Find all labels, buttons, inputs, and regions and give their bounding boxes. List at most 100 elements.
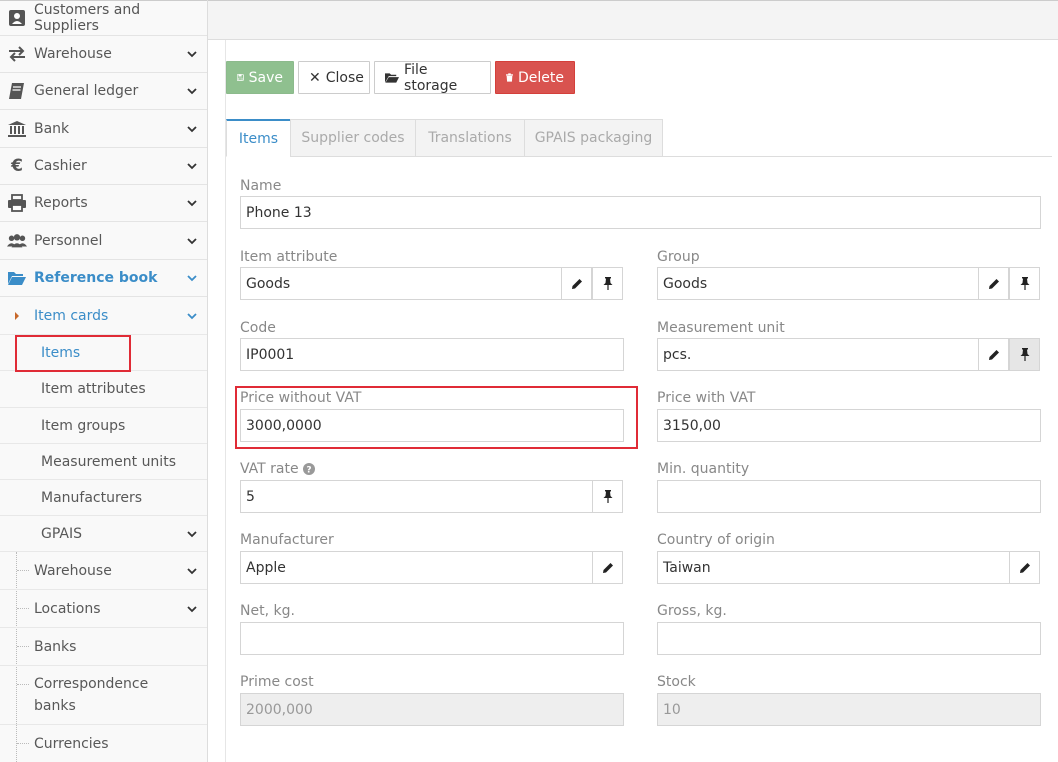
sidebar-item-label: Customers and Suppliers bbox=[34, 2, 141, 34]
edit-group-button[interactable] bbox=[978, 267, 1009, 300]
sidebar-item-measurement-units[interactable]: Measurement units bbox=[0, 444, 207, 480]
stock-label: Stock bbox=[657, 674, 696, 690]
stock-field: 10 bbox=[657, 693, 1041, 726]
tab-translations[interactable]: Translations bbox=[415, 119, 525, 157]
sidebar-item-reference-book[interactable]: Reference book bbox=[0, 260, 207, 297]
sidebar-item-warehouse-ref[interactable]: Warehouse bbox=[0, 552, 207, 590]
chevron-down-icon bbox=[187, 199, 201, 207]
sidebar-item-banks[interactable]: Banks bbox=[0, 628, 207, 666]
sidebar-item-correspondence-banks[interactable]: Correspondence banks bbox=[0, 666, 207, 725]
sidebar-item-locations[interactable]: Locations bbox=[0, 590, 207, 628]
question-circle-icon[interactable]: ? bbox=[302, 463, 315, 475]
measurement-unit-label: Measurement unit bbox=[657, 320, 785, 336]
sidebar-item-label: Item attributes bbox=[41, 381, 146, 397]
code-field[interactable]: IP0001 bbox=[240, 338, 624, 371]
sidebar-item-item-cards[interactable]: Item cards bbox=[0, 297, 207, 335]
sidebar-item-warehouse[interactable]: Warehouse bbox=[0, 36, 207, 73]
sidebar-item-label: Locations bbox=[34, 600, 101, 617]
sidebar-item-label: Bank bbox=[34, 120, 70, 137]
group-field[interactable]: Goods bbox=[657, 267, 979, 300]
delete-label: Delete bbox=[518, 69, 564, 86]
close-icon: ✕ bbox=[309, 69, 321, 86]
sidebar-item-item-attributes[interactable]: Item attributes bbox=[0, 371, 207, 408]
save-label: Save bbox=[248, 69, 283, 86]
vat-rate-label: VAT rate ? bbox=[240, 461, 315, 477]
item-attribute-field[interactable]: Goods bbox=[240, 267, 562, 300]
sidebar: Customers and Suppliers Warehouse Genera… bbox=[0, 0, 208, 762]
sidebar-item-label: Item groups bbox=[41, 417, 126, 434]
vat-rate-field[interactable]: 5 bbox=[240, 480, 593, 513]
bank-icon bbox=[7, 120, 27, 138]
net-kg-field[interactable] bbox=[240, 622, 624, 655]
pin-icon bbox=[1020, 348, 1029, 361]
edit-measurement-unit-button[interactable] bbox=[978, 338, 1009, 371]
tab-items[interactable]: Items bbox=[226, 119, 291, 157]
min-quantity-field[interactable] bbox=[657, 480, 1041, 513]
caret-right-icon bbox=[0, 311, 34, 321]
sidebar-item-general-ledger[interactable]: General ledger bbox=[0, 73, 207, 110]
tab-label: Supplier codes bbox=[301, 130, 405, 146]
manufacturer-label: Manufacturer bbox=[240, 532, 334, 548]
sidebar-item-cashier[interactable]: € Cashier bbox=[0, 148, 207, 185]
sidebar-item-manufacturers[interactable]: Manufacturers bbox=[0, 480, 207, 516]
tab-supplier-codes[interactable]: Supplier codes bbox=[290, 119, 416, 157]
gross-kg-label: Gross, kg. bbox=[657, 603, 727, 619]
prime-cost-label: Prime cost bbox=[240, 674, 314, 690]
close-label: Close bbox=[325, 69, 364, 86]
sidebar-item-currencies[interactable]: Currencies bbox=[0, 725, 207, 762]
sidebar-item-label: Personnel bbox=[34, 232, 103, 249]
file-storage-label: File storage bbox=[404, 61, 458, 94]
pencil-icon bbox=[988, 278, 999, 289]
edit-country-of-origin-button[interactable] bbox=[1009, 551, 1040, 584]
sidebar-item-label: GPAIS bbox=[41, 525, 82, 542]
close-button[interactable]: ✕ Close bbox=[298, 61, 370, 94]
edit-item-attribute-button[interactable] bbox=[561, 267, 592, 300]
chevron-down-icon bbox=[187, 274, 201, 282]
pin-vat-rate-button[interactable] bbox=[592, 480, 623, 513]
floppy-disk-icon bbox=[237, 74, 244, 81]
sidebar-item-label: Cashier bbox=[34, 158, 87, 174]
sidebar-item-bank[interactable]: Bank bbox=[0, 110, 207, 148]
manufacturer-field[interactable]: Apple bbox=[240, 551, 593, 584]
measurement-unit-field[interactable]: pcs. bbox=[657, 338, 979, 371]
highlight-box-price bbox=[235, 386, 638, 449]
sidebar-item-gpais[interactable]: GPAIS bbox=[0, 516, 207, 552]
pin-item-attribute-button[interactable] bbox=[592, 267, 623, 300]
top-bar bbox=[208, 0, 1058, 40]
tab-bar: Items Supplier codes Translations GPAIS … bbox=[226, 119, 1052, 157]
tab-gpais-packaging[interactable]: GPAIS packaging bbox=[524, 119, 663, 157]
sidebar-item-label: Warehouse bbox=[34, 46, 112, 62]
chevron-down-icon bbox=[187, 125, 201, 133]
file-storage-button[interactable]: File storage bbox=[374, 61, 491, 94]
pin-group-button[interactable] bbox=[1009, 267, 1040, 300]
min-quantity-label: Min. quantity bbox=[657, 461, 750, 477]
chevron-down-icon bbox=[187, 87, 201, 95]
pencil-icon bbox=[988, 349, 999, 360]
sidebar-item-reports[interactable]: Reports bbox=[0, 185, 207, 222]
folder-open-icon bbox=[385, 72, 400, 83]
item-attribute-label: Item attribute bbox=[240, 249, 338, 265]
country-of-origin-field[interactable]: Taiwan bbox=[657, 551, 1010, 584]
sidebar-item-customers-suppliers[interactable]: Customers and Suppliers bbox=[0, 0, 207, 36]
price-with-vat-field[interactable]: 3150,00 bbox=[657, 409, 1041, 442]
name-field[interactable]: Phone 13 bbox=[240, 196, 1041, 229]
pin-measurement-unit-button[interactable] bbox=[1009, 338, 1040, 371]
group-label: Group bbox=[657, 249, 700, 265]
highlight-box-items bbox=[15, 335, 131, 372]
net-kg-label: Net, kg. bbox=[240, 603, 295, 619]
sidebar-item-item-groups[interactable]: Item groups bbox=[0, 408, 207, 444]
tree-connector bbox=[17, 570, 29, 571]
edit-manufacturer-button[interactable] bbox=[592, 551, 623, 584]
pencil-icon bbox=[571, 278, 582, 289]
save-button[interactable]: Save bbox=[226, 61, 294, 94]
tab-label: GPAIS packaging bbox=[534, 130, 653, 146]
sidebar-item-label: Correspondence banks bbox=[34, 676, 149, 714]
price-with-vat-label: Price with VAT bbox=[657, 390, 756, 406]
chevron-down-icon bbox=[187, 526, 201, 542]
sidebar-item-personnel[interactable]: Personnel bbox=[0, 222, 207, 260]
sidebar-item-label: General ledger bbox=[34, 83, 139, 99]
delete-button[interactable]: Delete bbox=[495, 61, 575, 94]
gross-kg-field[interactable] bbox=[657, 622, 1041, 655]
name-label: Name bbox=[240, 178, 282, 194]
prime-cost-field: 2000,000 bbox=[240, 693, 624, 726]
